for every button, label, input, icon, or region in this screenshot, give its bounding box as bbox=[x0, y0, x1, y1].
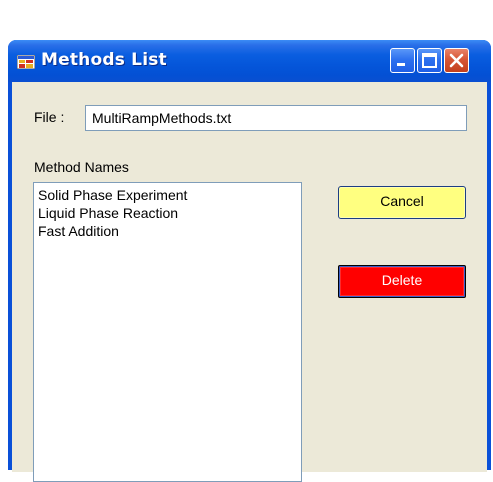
methods-list-window: Methods List File : Method Names Solid P… bbox=[8, 40, 491, 482]
cancel-button[interactable]: Cancel bbox=[338, 186, 466, 219]
client-area: File : Method Names Solid Phase Experime… bbox=[12, 82, 487, 482]
maximize-icon bbox=[422, 53, 437, 68]
list-item[interactable]: Solid Phase Experiment bbox=[38, 186, 301, 204]
list-item[interactable]: Liquid Phase Reaction bbox=[38, 204, 301, 222]
method-names-label: Method Names bbox=[34, 159, 129, 175]
delete-button[interactable]: Delete bbox=[338, 265, 466, 298]
minimize-icon bbox=[397, 63, 405, 66]
file-label: File : bbox=[34, 109, 65, 125]
method-names-listbox[interactable]: Solid Phase Experiment Liquid Phase Reac… bbox=[33, 182, 302, 482]
app-icon bbox=[17, 55, 35, 69]
minimize-button[interactable] bbox=[390, 48, 415, 73]
close-button[interactable] bbox=[444, 48, 469, 73]
window-title: Methods List bbox=[41, 50, 167, 70]
list-item[interactable]: Fast Addition bbox=[38, 222, 301, 240]
title-bar[interactable]: Methods List bbox=[8, 40, 491, 82]
close-icon bbox=[449, 53, 464, 68]
maximize-button[interactable] bbox=[417, 48, 442, 73]
file-input[interactable] bbox=[85, 105, 467, 131]
